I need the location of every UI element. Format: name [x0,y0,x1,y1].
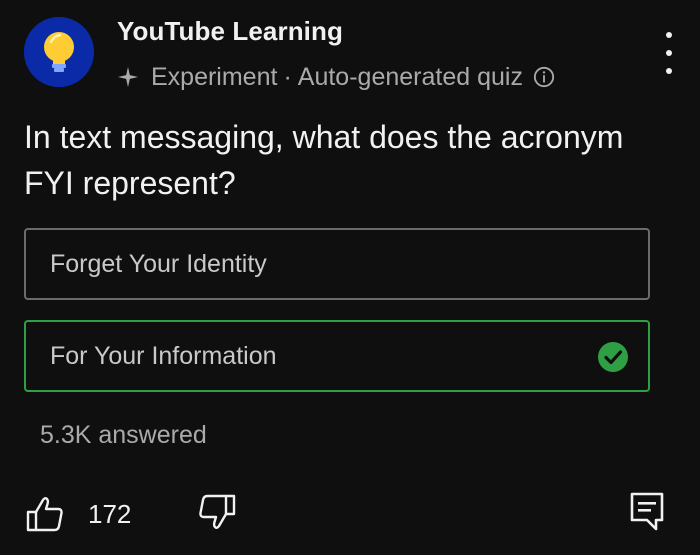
channel-name[interactable]: YouTube Learning [117,16,343,47]
lightbulb-icon [24,17,94,87]
more-vert-icon-dot [666,68,672,74]
post-subline: Experiment · Auto-generated quiz [117,60,555,94]
comment-icon [630,492,664,531]
experiment-badge-label: Experiment [151,62,278,91]
channel-avatar[interactable] [24,17,94,87]
quiz-option-label: Forget Your Identity [50,249,267,278]
sparkle-icon [117,66,139,88]
quiz-post-card: YouTube Learning Experiment · Auto-gener… [0,0,700,555]
more-vert-icon-dot [666,32,672,38]
comment-button[interactable] [630,492,664,532]
dislike-button[interactable] [198,493,238,535]
source-label: Auto-generated quiz [297,62,523,91]
like-count: 172 [88,498,132,529]
more-options-button[interactable] [652,32,686,74]
answered-count: 5.3K answered [40,421,207,449]
quiz-option-1[interactable]: Forget Your Identity [24,228,650,300]
subline-separator: · [283,62,292,91]
quiz-question: In text messaging, what does the acronym… [24,119,624,201]
more-vert-icon-dot [666,50,672,56]
quiz-option-2-correct[interactable]: For Your Information [24,320,650,392]
like-button[interactable]: 172 [26,493,131,535]
thumb-up-icon [26,497,63,532]
quiz-option-label: For Your Information [50,341,277,370]
thumb-down-icon [199,494,236,529]
info-icon[interactable] [533,66,555,88]
check-circle-icon [598,342,628,372]
